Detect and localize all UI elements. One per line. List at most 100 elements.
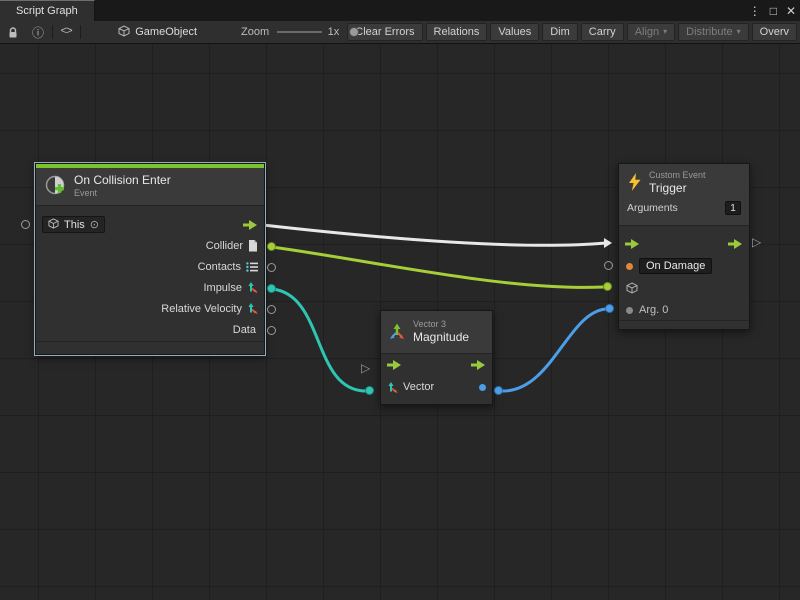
flow-out-arrow-icon[interactable]: [728, 239, 743, 249]
node-header[interactable]: Custom Event Trigger Arguments 1: [619, 164, 749, 226]
arguments-value-field[interactable]: 1: [725, 201, 741, 215]
gameobject-button[interactable]: GameObject: [112, 23, 203, 42]
tab-title: Script Graph: [16, 5, 78, 17]
zoom-slider[interactable]: [277, 26, 322, 38]
flow-out-arrow-icon[interactable]: [471, 360, 486, 370]
panel-menu-icon[interactable]: ⋮: [749, 5, 761, 17]
gameobject-label: GameObject: [135, 26, 197, 38]
port-label: Data: [233, 324, 256, 336]
cube-icon: [626, 282, 638, 294]
toolbar-divider: [52, 25, 53, 39]
flow-in-arrow-icon[interactable]: [625, 239, 640, 249]
carry-button[interactable]: Carry: [581, 23, 624, 41]
port-magnitude-output[interactable]: [494, 386, 503, 395]
node-vector3-magnitude[interactable]: Vector 3 Magnitude Vector: [380, 310, 493, 405]
distribute-button[interactable]: Distribute ▾: [678, 23, 748, 41]
event-plus-icon: [44, 174, 66, 199]
chevron-down-icon: ▾: [737, 28, 741, 36]
port-self-input[interactable]: [21, 220, 30, 229]
port-row-collider[interactable]: Collider: [36, 235, 264, 256]
port-collider-output[interactable]: [267, 242, 276, 251]
arguments-row: Arguments 1: [619, 199, 749, 217]
info-icon[interactable]: ⓘ: [32, 24, 44, 41]
close-icon[interactable]: ✕: [786, 5, 796, 17]
event-name-port[interactable]: [626, 263, 633, 270]
port-contacts-output[interactable]: [267, 263, 276, 272]
node-custom-event-trigger[interactable]: Custom Event Trigger Arguments 1: [618, 163, 750, 330]
zoom-value: 1x: [328, 26, 340, 38]
port-label: Impulse: [203, 282, 242, 294]
port-row-arg0[interactable]: Arg. 0: [619, 299, 749, 321]
port-row-impulse[interactable]: Impulse: [36, 277, 264, 298]
chevron-down-icon: ▾: [663, 28, 667, 36]
port-relative-velocity-output[interactable]: [267, 305, 276, 314]
port-row-data[interactable]: Data: [36, 319, 264, 340]
list-icon: [246, 262, 258, 272]
port-vector-input[interactable]: [365, 386, 374, 395]
node-type-label: Custom Event: [649, 170, 706, 181]
node-header[interactable]: Vector 3 Magnitude: [381, 311, 492, 354]
node-footer: [36, 341, 264, 354]
port-label: Relative Velocity: [161, 303, 242, 315]
zoom-slider-track[interactable]: [277, 31, 322, 33]
document-icon: [248, 240, 258, 252]
window-controls: ⋮ □ ✕: [749, 0, 796, 21]
row-flow-and-self: This ⊙: [36, 214, 264, 235]
relations-button[interactable]: Relations: [426, 23, 488, 41]
output-value-port[interactable]: [479, 384, 486, 391]
maximize-icon[interactable]: □: [770, 5, 777, 17]
node-subtitle: Event: [74, 188, 171, 199]
tab-script-graph[interactable]: Script Graph: [0, 0, 95, 21]
port-row-relative-velocity[interactable]: Relative Velocity: [36, 298, 264, 319]
flow-out-arrow-icon[interactable]: [243, 220, 258, 230]
overview-button[interactable]: Overv: [752, 23, 797, 41]
port-flow-in-connected[interactable]: [604, 238, 612, 248]
event-name-field[interactable]: On Damage: [639, 258, 712, 274]
node-header[interactable]: On Collision Enter Event: [36, 168, 264, 206]
arguments-label: Arguments: [627, 202, 678, 214]
port-target-input[interactable]: [603, 282, 612, 291]
port-data-output[interactable]: [267, 326, 276, 335]
gameobject-cube-icon: [118, 25, 130, 40]
zoom-label: Zoom: [241, 26, 269, 38]
port-row-target[interactable]: [619, 277, 749, 299]
graph-canvas[interactable]: On Collision Enter Event This ⊙: [0, 44, 800, 600]
vector3-icon: [389, 323, 405, 342]
target-icon: ⊙: [90, 218, 99, 231]
port-arg0-input[interactable]: [605, 304, 614, 313]
self-target-dropdown[interactable]: This ⊙: [42, 216, 105, 233]
self-target-value: This: [64, 219, 85, 231]
node-title: On Collision Enter: [74, 173, 171, 188]
vector3-icon: [247, 303, 258, 314]
node-title: Trigger: [649, 181, 706, 196]
port-row-event-name[interactable]: On Damage: [619, 255, 749, 277]
port-flow-in-triangle[interactable]: ▷: [361, 362, 370, 374]
node-title: Magnitude: [413, 330, 469, 345]
port-label: Arg. 0: [639, 304, 668, 316]
node-on-collision-enter[interactable]: On Collision Enter Event This ⊙: [35, 163, 265, 355]
distribute-label: Distribute: [686, 26, 732, 38]
flow-in-arrow-icon[interactable]: [387, 360, 402, 370]
code-icon[interactable]: <>: [61, 26, 72, 38]
port-row-contacts[interactable]: Contacts: [36, 256, 264, 277]
port-label: Collider: [206, 240, 243, 252]
port-flow-out-triangle[interactable]: ▷: [752, 236, 761, 248]
align-button[interactable]: Align ▾: [627, 23, 675, 41]
dim-button[interactable]: Dim: [542, 23, 578, 41]
row-flow: [381, 354, 492, 376]
wire-flow-white[interactable]: [263, 225, 606, 245]
port-event-name-input[interactable]: [604, 261, 613, 270]
row-flow: [619, 233, 749, 255]
port-label: Vector: [403, 381, 434, 393]
lock-icon[interactable]: [7, 26, 19, 39]
port-label: Contacts: [198, 261, 241, 273]
port-impulse-output[interactable]: [267, 284, 276, 293]
wire-impulse-teal[interactable]: [272, 289, 366, 391]
cube-icon: [48, 218, 59, 232]
wire-magnitude-blue[interactable]: [503, 309, 606, 391]
port-row-vector[interactable]: Vector: [381, 376, 492, 398]
wire-collider-green[interactable]: [272, 247, 604, 287]
arg0-port[interactable]: [626, 307, 633, 314]
values-button[interactable]: Values: [490, 23, 539, 41]
align-label: Align: [635, 26, 659, 38]
